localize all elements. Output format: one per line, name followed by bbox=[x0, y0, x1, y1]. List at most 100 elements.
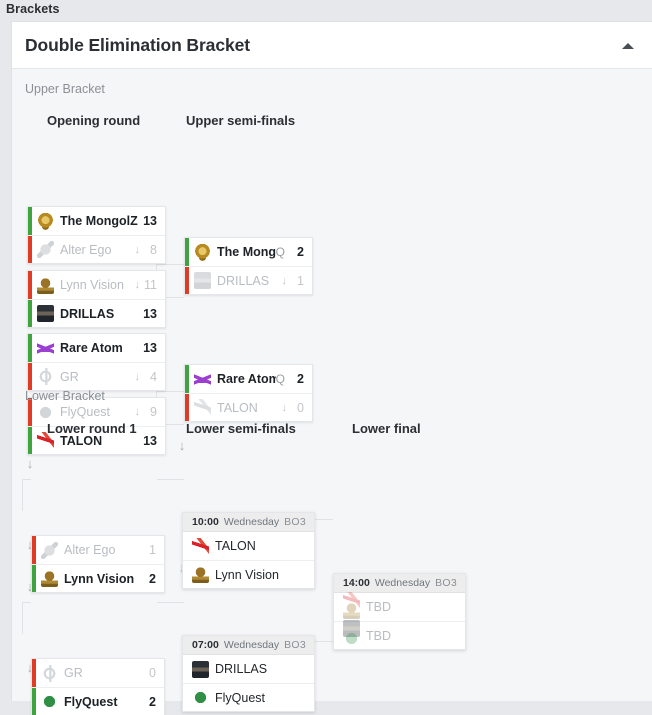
connector bbox=[156, 391, 184, 392]
match-team-row[interactable]: GR ↓ 4 bbox=[28, 362, 165, 390]
winner-indicator-bar bbox=[28, 300, 32, 327]
round-label-lower-r1: Lower round 1 bbox=[47, 421, 137, 436]
eliminated-arrow-icon: ↓ bbox=[134, 370, 141, 383]
team-score: 0 bbox=[297, 400, 304, 415]
brackets-page: Brackets Double Elimination Bracket Uppe… bbox=[0, 0, 652, 715]
match-card[interactable]: Rare Atom Q 2 TALON ↓ 0 bbox=[184, 364, 313, 422]
match-team-row[interactable]: FlyQuest bbox=[183, 683, 314, 711]
team-score: 13 bbox=[143, 433, 157, 448]
mongolz-logo bbox=[194, 243, 211, 261]
match-team-row[interactable]: The MongolZ 13 bbox=[28, 207, 165, 235]
team-name: TBD bbox=[366, 600, 391, 614]
team-score: 0 bbox=[149, 666, 156, 680]
match-day: Wednesday bbox=[374, 577, 431, 589]
team-score: 2 bbox=[149, 571, 156, 586]
lower-bracket-label: Lower Bracket bbox=[25, 389, 105, 403]
chevron-up-icon[interactable] bbox=[620, 39, 636, 53]
match-card[interactable]: The MongolZ 13 Alter Ego ↓ 8 bbox=[27, 206, 166, 264]
gr-logo bbox=[41, 664, 58, 682]
qualified-badge: Q bbox=[275, 245, 285, 259]
match-team-row[interactable]: Lynn Vision bbox=[183, 560, 314, 588]
team-name: Rare Atom bbox=[217, 372, 276, 386]
round-label-upper-semis: Upper semi-finals bbox=[186, 113, 296, 128]
match-team-row[interactable]: Lynn Vision ↓ 11 bbox=[28, 271, 165, 299]
match-team-row[interactable]: DRILLAS 13 bbox=[28, 299, 165, 327]
team-score: 2 bbox=[149, 694, 156, 709]
match-card[interactable]: Alter Ego 1 Lynn Vision 2 bbox=[31, 535, 165, 593]
alter-ego-logo bbox=[37, 241, 54, 258]
match-format: BO3 bbox=[284, 516, 306, 528]
talon-logo bbox=[192, 537, 209, 555]
drillas-flyquest-placeholder-logo bbox=[343, 620, 360, 647]
connector bbox=[157, 479, 184, 480]
team-name: TALON bbox=[215, 539, 256, 553]
team-name: Lynn Vision bbox=[64, 571, 135, 586]
connector bbox=[157, 602, 184, 603]
winner-indicator-bar bbox=[28, 207, 32, 235]
winner-indicator-bar bbox=[185, 238, 189, 266]
match-team-row[interactable]: DRILLAS ↓ 1 bbox=[185, 266, 312, 294]
match-team-row[interactable]: TALON bbox=[183, 532, 314, 560]
match-team-row[interactable]: TBD bbox=[334, 620, 465, 649]
rare-atom-logo bbox=[194, 370, 211, 388]
match-team-row[interactable]: DRILLAS bbox=[183, 655, 314, 683]
team-name: DRILLAS bbox=[215, 662, 268, 676]
match-team-row[interactable]: Rare Atom 13 bbox=[28, 334, 165, 362]
team-score: 13 bbox=[143, 306, 157, 321]
team-score: 9 bbox=[150, 405, 157, 419]
rare-atom-logo bbox=[37, 339, 54, 357]
team-name: FlyQuest bbox=[64, 694, 118, 709]
match-team-row[interactable]: The MongolZ Q 2 bbox=[185, 238, 312, 266]
team-score: 2 bbox=[297, 245, 304, 259]
match-card[interactable]: Rare Atom 13 GR ↓ 4 bbox=[27, 333, 166, 391]
loser-indicator-bar bbox=[28, 236, 32, 263]
connector bbox=[22, 479, 23, 511]
match-team-row[interactable]: TBD bbox=[334, 591, 465, 621]
match-team-row[interactable]: Alter Ego 1 bbox=[32, 536, 164, 564]
winner-indicator-bar bbox=[32, 688, 36, 715]
match-card[interactable]: GR 0 FlyQuest 2 bbox=[31, 658, 165, 715]
drillas-logo bbox=[194, 272, 211, 289]
bracket-panel: Double Elimination Bracket Upper Bracket… bbox=[11, 21, 652, 715]
team-name: FlyQuest bbox=[60, 405, 111, 419]
drillas-logo bbox=[37, 305, 54, 322]
team-name: The MongolZ bbox=[217, 245, 276, 259]
talon-lynn-vision-placeholder-logo bbox=[343, 591, 360, 619]
gr-logo bbox=[37, 368, 54, 385]
match-card[interactable]: 10:00 Wednesday BO3 TALON Lynn Vision bbox=[182, 512, 315, 589]
match-format: BO3 bbox=[435, 577, 457, 589]
drop-marker-icon: ↓ bbox=[26, 456, 34, 471]
team-score: 1 bbox=[149, 543, 156, 557]
match-team-row[interactable]: GR 0 bbox=[32, 659, 164, 687]
connector bbox=[156, 264, 184, 265]
match-schedule-header: 14:00 Wednesday BO3 bbox=[334, 574, 465, 593]
match-card[interactable]: 07:00 Wednesday BO3 DRILLAS FlyQuest bbox=[182, 635, 315, 712]
match-team-row[interactable]: FlyQuest 2 bbox=[32, 687, 164, 715]
flyquest-logo bbox=[192, 689, 209, 706]
match-card[interactable]: Lynn Vision ↓ 11 DRILLAS 13 bbox=[27, 270, 166, 328]
bracket-heading: Double Elimination Bracket bbox=[25, 35, 250, 55]
lynn-vision-logo bbox=[41, 570, 58, 587]
mongolz-logo bbox=[37, 212, 54, 230]
winner-indicator-bar bbox=[28, 427, 32, 454]
team-name: Rare Atom bbox=[60, 341, 123, 355]
winner-indicator-bar bbox=[28, 334, 32, 362]
match-time: 10:00 bbox=[192, 516, 219, 528]
match-team-row[interactable]: TALON ↓ 0 bbox=[185, 393, 312, 421]
match-format: BO3 bbox=[284, 639, 306, 651]
match-team-row[interactable]: Alter Ego ↓ 8 bbox=[28, 235, 165, 263]
team-score: 4 bbox=[150, 369, 157, 384]
match-card[interactable]: 14:00 Wednesday BO3 TBD TBD bbox=[333, 573, 466, 650]
round-label-lower-semis: Lower semi-finals bbox=[186, 421, 296, 436]
match-team-row[interactable]: Rare Atom Q 2 bbox=[185, 365, 312, 393]
match-card[interactable]: The MongolZ Q 2 DRILLAS ↓ 1 bbox=[184, 237, 313, 295]
lynn-vision-logo bbox=[192, 566, 209, 583]
team-name: Lynn Vision bbox=[60, 278, 124, 292]
team-name: GR bbox=[60, 369, 79, 384]
connector bbox=[313, 641, 333, 642]
match-team-row[interactable]: Lynn Vision 2 bbox=[32, 564, 164, 592]
team-name: DRILLAS bbox=[60, 306, 115, 321]
connector bbox=[313, 519, 333, 520]
match-day: Wednesday bbox=[223, 639, 280, 651]
eliminated-arrow-icon: ↓ bbox=[134, 279, 141, 291]
